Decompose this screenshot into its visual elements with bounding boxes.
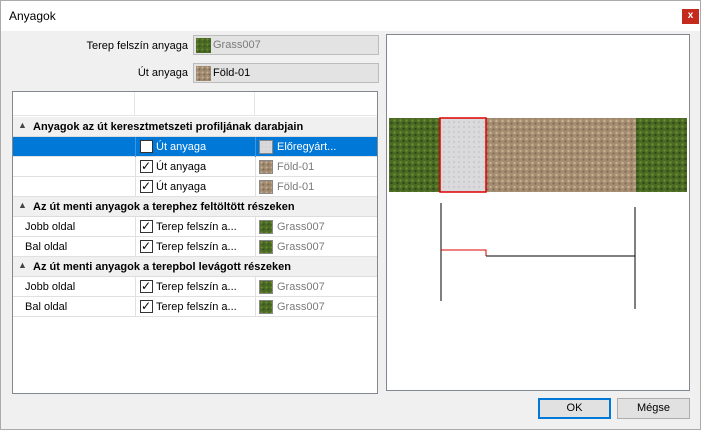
check-icon: ✓ [141, 299, 152, 313]
check-icon: ✓ [141, 279, 152, 293]
table-row[interactable]: ✓ Út anyaga Föld-01 [13, 177, 377, 197]
concrete-strip [440, 118, 486, 192]
group-title: Anyagok az út keresztmetszeti profiljána… [33, 121, 304, 133]
check-icon: ✓ [141, 179, 152, 193]
ok-button[interactable]: OK [538, 398, 611, 419]
window-title: Anyagok [9, 9, 56, 23]
material-source-cell[interactable]: Út anyaga [135, 137, 253, 157]
grass-texture-swatch [196, 37, 211, 53]
material-source-cell[interactable]: ✓ Terep felszín a... [135, 237, 253, 257]
grid-header [13, 92, 377, 116]
dirt-strip [486, 118, 636, 192]
texture-swatch [259, 280, 273, 294]
title-bar: Anyagok x [1, 1, 700, 31]
material-value-text: Grass007 [277, 301, 325, 313]
dirt-texture-swatch [196, 65, 211, 81]
terrain-material-field[interactable]: Grass007 [193, 35, 379, 55]
material-source-text: Út anyaga [156, 141, 207, 153]
check-icon: ✓ [141, 219, 152, 233]
group-header[interactable]: ▲ Anyagok az út keresztmetszeti profilján… [13, 117, 377, 137]
collapse-arrow-icon[interactable]: ▲ [18, 200, 27, 210]
checkbox[interactable]: ✓ [140, 299, 153, 313]
checkbox[interactable]: ✓ [140, 239, 153, 253]
material-value-cell[interactable]: Grass007 [255, 297, 375, 317]
close-button[interactable]: x [682, 9, 699, 24]
material-value-cell[interactable]: Előregyárt... [255, 137, 375, 157]
cancel-button[interactable]: Mégse [617, 398, 690, 419]
table-row[interactable]: Bal oldal ✓ Terep felszín a... Grass007 [13, 237, 377, 257]
materials-dialog: Anyagok x Terep felszín anyaga Grass007 … [0, 0, 701, 430]
material-value-text: Előregyárt... [277, 141, 337, 153]
material-source-text: Út anyaga [156, 161, 207, 173]
material-value-cell[interactable]: Grass007 [255, 217, 375, 237]
checkbox[interactable]: ✓ [140, 279, 153, 293]
material-value-cell[interactable]: Grass007 [255, 277, 375, 297]
grass-strip-left [389, 118, 440, 192]
material-source-cell[interactable]: ✓ Terep felszín a... [135, 217, 253, 237]
table-row[interactable]: Jobb oldal ✓ Terep felszín a... Grass007 [13, 277, 377, 297]
collapse-arrow-icon[interactable]: ▲ [18, 260, 27, 270]
row-side-label: Jobb oldal [25, 281, 76, 293]
cross-section-drawing [389, 117, 687, 309]
material-value-text: Grass007 [277, 241, 325, 253]
grid-header-cell[interactable] [135, 92, 255, 116]
row-side-label [25, 157, 133, 177]
check-icon: ✓ [141, 159, 152, 173]
material-source-text: Út anyaga [156, 181, 207, 193]
texture-swatch [259, 300, 273, 314]
checkbox[interactable]: ✓ [140, 219, 153, 233]
road-material-label: Út anyaga [137, 67, 188, 79]
row-side-label [25, 137, 133, 157]
texture-swatch [259, 220, 273, 234]
terrain-material-value: Grass007 [213, 39, 261, 51]
material-grid[interactable]: ▲ Anyagok az út keresztmetszeti profilján… [12, 91, 378, 394]
grid-header-cell[interactable] [13, 92, 135, 116]
material-value-cell[interactable]: Föld-01 [255, 157, 375, 177]
material-source-text: Terep felszín a... [156, 281, 237, 293]
material-source-cell[interactable]: ✓ Út anyaga [135, 157, 253, 177]
material-value-text: Föld-01 [277, 161, 315, 173]
checkbox[interactable] [140, 140, 153, 153]
texture-swatch [259, 240, 273, 254]
table-row[interactable]: ✓ Út anyaga Föld-01 [13, 157, 377, 177]
row-side-label: Bal oldal [25, 301, 68, 313]
material-source-text: Terep felszín a... [156, 301, 237, 313]
material-source-cell[interactable]: ✓ Terep felszín a... [135, 297, 253, 317]
collapse-arrow-icon[interactable]: ▲ [18, 120, 27, 130]
checkbox[interactable]: ✓ [140, 159, 153, 173]
table-row[interactable]: Bal oldal ✓ Terep felszín a... Grass007 [13, 297, 377, 317]
table-row[interactable]: Út anyaga Előregyárt... [13, 137, 377, 157]
road-material-field[interactable]: Föld-01 [193, 63, 379, 83]
table-row[interactable]: Jobb oldal ✓ Terep felszín a... Grass007 [13, 217, 377, 237]
material-source-cell[interactable]: ✓ Út anyaga [135, 177, 253, 197]
terrain-material-label: Terep felszín anyaga [86, 40, 188, 52]
group-title: Az út menti anyagok a terephez feltöltöt… [33, 201, 295, 213]
row-side-label [25, 177, 133, 197]
check-icon: ✓ [141, 239, 152, 253]
profile-highlight [441, 249, 487, 256]
checkbox[interactable]: ✓ [140, 179, 153, 193]
material-source-text: Terep felszín a... [156, 241, 237, 253]
material-value-text: Grass007 [277, 281, 325, 293]
texture-swatch [259, 140, 273, 154]
material-value-cell[interactable]: Föld-01 [255, 177, 375, 197]
road-material-value: Föld-01 [213, 67, 251, 79]
material-value-cell[interactable]: Grass007 [255, 237, 375, 257]
grid-header-cell[interactable] [255, 92, 377, 116]
group-header[interactable]: ▲ Az út menti anyagok a terepbol levágott… [13, 257, 377, 277]
group-title: Az út menti anyagok a terepbol levágott … [33, 261, 291, 273]
material-value-text: Grass007 [277, 221, 325, 233]
row-side-label: Bal oldal [25, 241, 68, 253]
material-source-cell[interactable]: ✓ Terep felszín a... [135, 277, 253, 297]
row-side-label: Jobb oldal [25, 221, 76, 233]
texture-swatch [259, 160, 273, 174]
group-header[interactable]: ▲ Az út menti anyagok a terephez feltöltö… [13, 197, 377, 217]
cross-section-preview [386, 34, 690, 391]
material-value-text: Föld-01 [277, 181, 315, 193]
grass-strip-right [636, 118, 687, 192]
material-source-text: Terep felszín a... [156, 221, 237, 233]
texture-swatch [259, 180, 273, 194]
